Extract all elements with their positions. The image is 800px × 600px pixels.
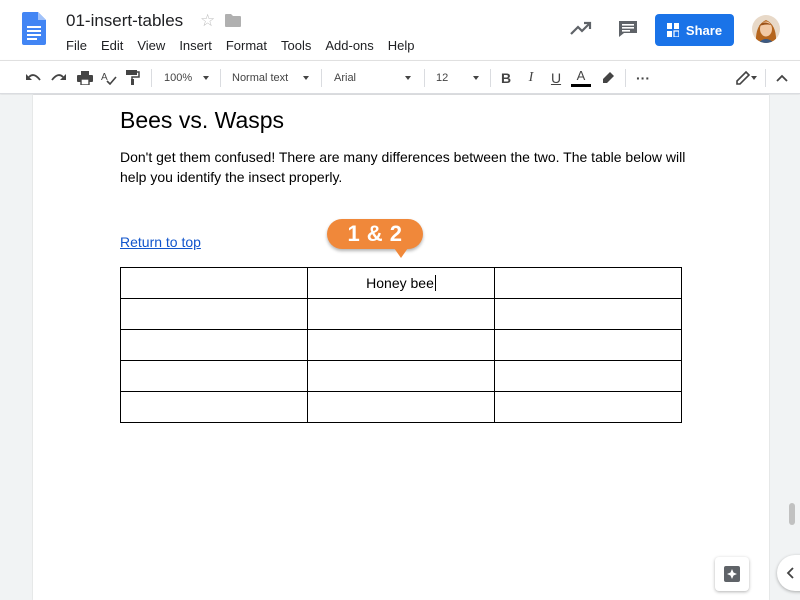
style-value: Normal text — [232, 71, 289, 84]
share-button[interactable]: Share — [655, 14, 734, 46]
table-cell[interactable] — [307, 360, 495, 392]
table-cell[interactable] — [494, 329, 682, 361]
table-cell[interactable] — [120, 391, 308, 423]
italic-icon: I — [528, 69, 534, 85]
paint-format-button[interactable] — [122, 61, 144, 94]
menu-tools[interactable]: Tools — [274, 36, 318, 55]
chevron-down-icon — [303, 76, 309, 80]
italic-button[interactable]: I — [520, 61, 542, 94]
table-cell[interactable] — [494, 267, 682, 299]
redo-button[interactable] — [48, 61, 70, 94]
document-title[interactable]: 01-insert-tables — [66, 11, 183, 31]
menu-file[interactable]: File — [59, 36, 94, 55]
undo-icon — [26, 73, 41, 81]
star-icon[interactable]: ☆ — [200, 11, 215, 31]
menu-format[interactable]: Format — [219, 36, 274, 55]
text-cursor — [434, 275, 436, 291]
font-select[interactable]: Arial — [328, 61, 418, 94]
menu-view[interactable]: View — [130, 36, 172, 55]
document-page[interactable]: Bees vs. Wasps Don't get them confused! … — [33, 95, 769, 600]
table-cell[interactable] — [307, 298, 495, 330]
lock-icon — [666, 23, 679, 37]
table-cell[interactable] — [494, 391, 682, 423]
underline-button[interactable]: U — [545, 61, 567, 94]
chevron-down-icon — [751, 76, 757, 80]
table-cell[interactable] — [120, 329, 308, 361]
bold-button[interactable]: B — [495, 61, 517, 94]
chevron-down-icon — [203, 76, 209, 80]
cell-text: Honey bee — [366, 275, 434, 291]
menu-edit[interactable]: Edit — [94, 36, 130, 55]
menu-insert[interactable]: Insert — [172, 36, 219, 55]
menu-help[interactable]: Help — [381, 36, 422, 55]
redo-icon — [51, 73, 66, 81]
scrollbar-thumb[interactable] — [789, 503, 795, 525]
document-paragraph[interactable]: Don't get them confused! There are many … — [120, 147, 690, 187]
underline-icon: U — [550, 69, 562, 86]
spellcheck-icon: A — [101, 72, 117, 85]
document-canvas: Bees vs. Wasps Don't get them confused! … — [0, 95, 800, 600]
table-cell[interactable] — [494, 360, 682, 392]
font-value: Arial — [334, 71, 357, 84]
table-row — [120, 298, 682, 330]
avatar[interactable] — [752, 15, 780, 43]
table-cell[interactable] — [307, 329, 495, 361]
document-heading[interactable]: Bees vs. Wasps — [120, 107, 284, 134]
edit-mode-icon — [736, 70, 750, 85]
table-cell[interactable] — [120, 360, 308, 392]
text-color-icon: A — [576, 67, 586, 83]
chevron-down-icon — [405, 76, 411, 80]
docs-logo-icon[interactable] — [22, 12, 46, 45]
menu-bar: File Edit View Insert Format Tools Add-o… — [59, 36, 422, 55]
comment-icon[interactable] — [618, 20, 638, 38]
table-cell[interactable] — [307, 391, 495, 423]
table-row — [120, 360, 682, 392]
table-row — [120, 329, 682, 361]
collapse-icon — [776, 74, 788, 82]
table-cell[interactable] — [120, 298, 308, 330]
table-cell[interactable] — [120, 267, 308, 299]
toolbar: A 100% Normal text Arial 12 B I U A ··· — [0, 60, 800, 94]
editing-mode-button[interactable] — [726, 61, 760, 94]
folder-icon[interactable] — [225, 14, 241, 27]
app-header: 01-insert-tables ☆ File Edit View Insert… — [0, 0, 800, 60]
share-label: Share — [685, 22, 723, 38]
chevron-down-icon — [473, 76, 479, 80]
text-color-button[interactable]: A — [570, 61, 592, 94]
table-row — [120, 391, 682, 423]
menu-addons[interactable]: Add-ons — [318, 36, 380, 55]
undo-button[interactable] — [22, 61, 44, 94]
explore-button[interactable] — [715, 557, 749, 591]
zoom-select[interactable]: 100% — [160, 61, 215, 94]
zoom-value: 100% — [164, 71, 193, 84]
spellcheck-button[interactable]: A — [98, 61, 120, 94]
font-size-select[interactable]: 12 — [430, 61, 485, 94]
callout-pointer — [394, 248, 408, 258]
bold-icon: B — [500, 69, 512, 86]
document-table: Honey bee — [120, 267, 682, 423]
more-button[interactable]: ··· — [632, 61, 654, 94]
return-to-top-link[interactable]: Return to top — [120, 234, 201, 250]
table-row: Honey bee — [120, 267, 682, 299]
table-cell-active[interactable]: Honey bee — [307, 267, 495, 299]
print-icon — [77, 70, 93, 85]
table-cell[interactable] — [494, 298, 682, 330]
collapse-menus-button[interactable] — [771, 61, 793, 94]
style-select[interactable]: Normal text — [226, 61, 316, 94]
highlight-icon — [603, 71, 614, 83]
step-callout: 1 & 2 — [327, 219, 423, 249]
explore-icon — [724, 566, 740, 582]
font-size-value: 12 — [436, 71, 449, 84]
trending-icon[interactable] — [570, 20, 592, 36]
more-icon: ··· — [636, 69, 650, 86]
chevron-left-icon — [786, 567, 794, 579]
highlight-button[interactable] — [597, 61, 619, 94]
print-button[interactable] — [74, 61, 96, 94]
paint-format-icon — [126, 70, 140, 85]
